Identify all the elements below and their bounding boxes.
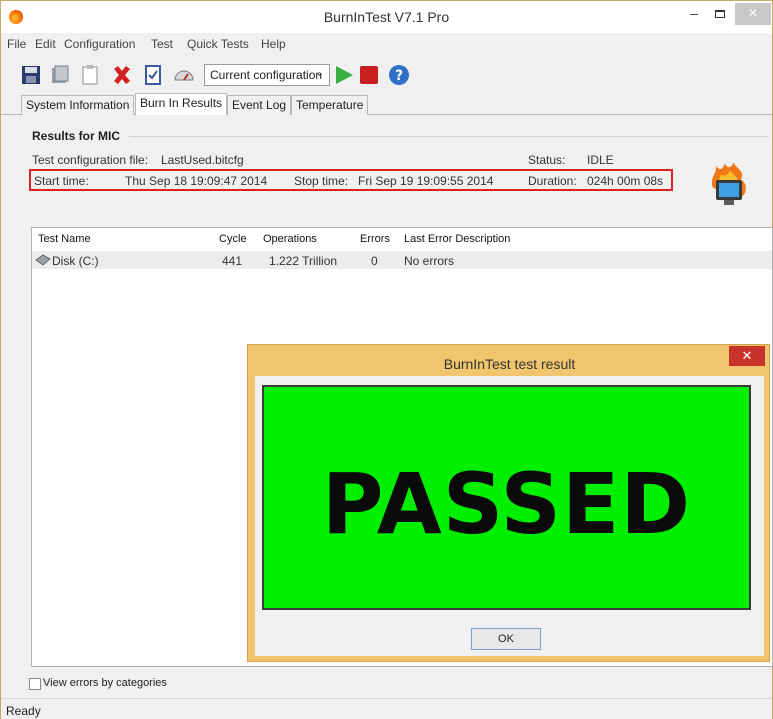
clipboard-icon[interactable] <box>79 64 101 86</box>
disk-drive-icon <box>35 254 51 266</box>
checklist-icon[interactable] <box>142 64 164 86</box>
column-header-test-name[interactable]: Test Name <box>38 233 91 245</box>
gauge-icon[interactable] <box>173 64 195 86</box>
duration-value: 024h 00m 08s <box>587 174 664 188</box>
status-bar: Ready <box>1 698 772 719</box>
burnin-logo-icon <box>711 162 746 205</box>
play-icon[interactable] <box>333 64 355 86</box>
menu-file[interactable]: File <box>7 37 26 51</box>
row-cycle: 441 <box>222 254 243 268</box>
duration-label: Duration: <box>528 174 577 188</box>
column-header-last-error[interactable]: Last Error Description <box>404 233 510 245</box>
window-title: BurnInTest V7.1 Pro <box>323 9 450 25</box>
tab-burn-in-results[interactable]: Burn In Results <box>135 93 228 116</box>
start-time-label: Start time: <box>34 174 89 188</box>
dialog-title: BurnInTest test result <box>443 356 576 372</box>
status-value: IDLE <box>587 153 614 167</box>
minimize-button[interactable]: – <box>681 3 707 25</box>
configuration-select-value: Current configuration <box>210 68 323 82</box>
row-operations: 1.222 Trillion <box>269 254 338 268</box>
help-icon[interactable]: ? <box>388 64 410 86</box>
tab-event-log[interactable]: Event Log <box>227 95 292 115</box>
results-title: Results for MIC <box>32 129 121 143</box>
preferences-icon[interactable] <box>49 64 71 86</box>
tab-system-information[interactable]: System Information <box>21 95 135 115</box>
delete-icon[interactable] <box>111 64 133 86</box>
maximize-icon <box>715 10 725 18</box>
tab-temperature[interactable]: Temperature <box>291 95 369 115</box>
view-errors-checkbox[interactable] <box>29 678 41 690</box>
results-divider <box>129 136 769 137</box>
maximize-button[interactable] <box>707 3 733 25</box>
stop-icon[interactable] <box>358 64 380 86</box>
status-text: Ready <box>6 704 41 718</box>
menu-quick-tests[interactable]: Quick Tests <box>187 37 249 51</box>
title-bar: BurnInTest V7.1 Pro – ✕ <box>1 1 772 33</box>
stop-time-label: Stop time: <box>294 174 349 188</box>
stop-time-value: Fri Sep 19 19:09:55 2014 <box>358 174 494 188</box>
menu-help[interactable]: Help <box>261 37 286 51</box>
save-icon[interactable] <box>20 64 42 86</box>
ok-button[interactable]: OK <box>471 628 541 650</box>
menu-bar: File Edit Configuration Test Quick Tests… <box>1 33 772 55</box>
column-header-errors[interactable]: Errors <box>360 233 390 245</box>
configuration-select[interactable]: Current configuration ⌄ <box>204 64 330 86</box>
view-errors-label[interactable]: View errors by categories <box>43 677 167 689</box>
start-time-value: Thu Sep 18 19:09:47 2014 <box>125 174 268 188</box>
status-label: Status: <box>528 153 566 167</box>
result-text: PASSED <box>321 455 692 553</box>
menu-edit[interactable]: Edit <box>35 37 56 51</box>
menu-configuration[interactable]: Configuration <box>64 37 135 51</box>
row-errors: 0 <box>371 254 378 268</box>
dialog-close-button[interactable]: ✕ <box>729 346 765 366</box>
column-header-cycle[interactable]: Cycle <box>219 233 247 245</box>
row-test-name: Disk (C:) <box>52 254 99 268</box>
svg-text:?: ? <box>395 68 403 84</box>
menu-test[interactable]: Test <box>151 37 173 51</box>
config-file-value: LastUsed.bitcfg <box>161 153 244 167</box>
close-button[interactable]: ✕ <box>735 3 771 25</box>
toolbar: Current configuration ⌄ ? <box>1 55 772 93</box>
tab-strip: System Information Burn In Results Event… <box>1 93 772 116</box>
config-file-label: Test configuration file: <box>32 153 149 167</box>
table-row[interactable] <box>32 251 772 269</box>
chevron-down-icon: ⌄ <box>315 68 324 79</box>
row-last-error: No errors <box>404 254 455 268</box>
column-header-operations[interactable]: Operations <box>263 233 317 245</box>
passed-banner: PASSED <box>262 385 751 610</box>
